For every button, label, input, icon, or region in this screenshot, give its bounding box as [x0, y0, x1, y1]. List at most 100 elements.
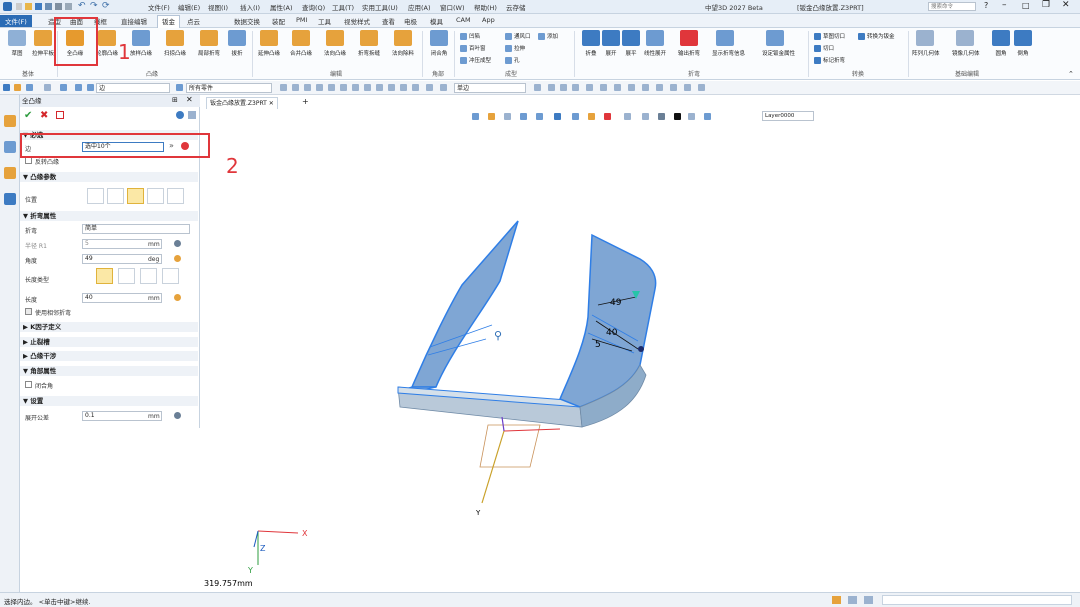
line-tool-g-icon[interactable] — [614, 84, 621, 91]
position-option-3[interactable] — [127, 188, 144, 204]
menu-window[interactable]: 窗口(W) — [440, 2, 465, 12]
options-icon[interactable] — [188, 111, 196, 119]
dimple-button[interactable]: 凹陷 — [460, 32, 480, 40]
normal-cut-button[interactable]: 法向除料 — [390, 30, 416, 66]
snap-icon[interactable] — [75, 84, 82, 91]
tool-n-icon[interactable] — [440, 84, 447, 91]
menu-cloud[interactable]: 云存储 — [506, 2, 526, 12]
info-icon[interactable] — [176, 111, 184, 119]
tab-cam[interactable]: CAM — [456, 16, 471, 24]
tool-d-icon[interactable] — [316, 84, 323, 91]
section-bend-props[interactable]: ▼ 折弯属性 — [20, 211, 198, 221]
saveall-icon[interactable] — [45, 3, 52, 10]
section-relief[interactable]: ▶ 止裂槽 — [20, 337, 198, 347]
line-tool-c-icon[interactable] — [560, 84, 567, 91]
cancel-icon[interactable]: ✖ — [40, 110, 48, 121]
tab-tools[interactable]: 工具 — [318, 16, 331, 26]
section-interference[interactable]: ▶ 凸缘干涉 — [20, 351, 198, 361]
redo-icon[interactable]: ↷ — [90, 1, 98, 11]
radius-option-icon[interactable] — [174, 240, 181, 247]
status-icon-1[interactable] — [832, 596, 841, 604]
color-swatch-icon[interactable] — [674, 113, 681, 120]
add-button[interactable]: 添加 — [538, 32, 558, 40]
tab-pmi[interactable]: PMI — [296, 16, 307, 24]
sweep-flange-button[interactable]: 扫掠凸缘 — [162, 30, 188, 66]
view-icon-8[interactable] — [588, 113, 595, 120]
length-option-icon[interactable] — [174, 294, 181, 301]
view-icon-2[interactable] — [488, 113, 495, 120]
view-icon-5[interactable] — [536, 113, 543, 120]
tool-c-icon[interactable] — [304, 84, 311, 91]
linear-unfold-button[interactable]: 线性展开 — [642, 30, 668, 66]
status-icon-3[interactable] — [864, 596, 873, 604]
filter-combo[interactable]: 边 — [96, 83, 170, 93]
regen-icon[interactable]: ⟳ — [102, 1, 110, 11]
tab-pointcloud[interactable]: 点云 — [187, 16, 200, 26]
vent-button[interactable]: 通风口 — [505, 32, 531, 40]
tab-file[interactable]: 文件(F) — [0, 15, 32, 27]
chamfer-button[interactable]: 倒角 — [1010, 30, 1036, 66]
mirror-button[interactable]: 镜像几何体 — [952, 30, 980, 66]
status-icon-2[interactable] — [848, 596, 857, 604]
section-k-factor[interactable]: ▶ K因子定义 — [20, 322, 198, 332]
view-icon-6[interactable] — [554, 113, 561, 120]
save-icon[interactable] — [35, 3, 42, 10]
line-tool-i-icon[interactable] — [642, 84, 649, 91]
output-bend-button[interactable]: 输出折弯 — [676, 30, 702, 66]
help-icon[interactable]: ? — [984, 1, 988, 10]
sketch-rip-button[interactable]: 草图切口 — [814, 32, 845, 40]
line-tool-k-icon[interactable] — [670, 84, 677, 91]
tool-l-icon[interactable] — [412, 84, 419, 91]
menu-help[interactable]: 帮助(H) — [474, 2, 497, 12]
menu-view[interactable]: 视图(I) — [208, 2, 228, 12]
jog-button[interactable]: 拔折 — [224, 30, 250, 66]
tool-g-icon[interactable] — [352, 84, 359, 91]
mode-icon[interactable] — [60, 84, 67, 91]
view-manager-icon[interactable] — [4, 167, 16, 179]
extrude-button[interactable]: 拉伸 — [505, 44, 525, 52]
view-icon-10[interactable] — [624, 113, 631, 120]
length-type-option-3[interactable] — [140, 268, 157, 284]
tool-a-icon[interactable] — [280, 84, 287, 91]
tab-electrode[interactable]: 电极 — [404, 16, 417, 26]
tool-i-icon[interactable] — [376, 84, 383, 91]
line-tool-h-icon[interactable] — [628, 84, 635, 91]
view-icon-3[interactable] — [504, 113, 511, 120]
view-icon-7[interactable] — [572, 113, 579, 120]
menu-utilities[interactable]: 实用工具(U) — [362, 2, 398, 12]
tab-direct-edit[interactable]: 直接编辑 — [121, 16, 147, 26]
view-icon-11[interactable] — [642, 113, 649, 120]
length-type-option-1[interactable] — [96, 268, 113, 284]
menu-tools[interactable]: 工具(T) — [332, 2, 354, 12]
tool-f-icon[interactable] — [340, 84, 347, 91]
parts-combo[interactable]: 所有零件 — [186, 83, 272, 93]
menu-attribute[interactable]: 属性(A) — [270, 2, 293, 12]
line-tool-a-icon[interactable] — [534, 84, 541, 91]
position-option-2[interactable] — [107, 188, 124, 204]
view-icon-9[interactable] — [604, 113, 611, 120]
extrude-plate-button[interactable]: 拉伸平板 — [30, 30, 56, 66]
rip-button[interactable]: 切口 — [814, 44, 834, 52]
tab-sheetmetal[interactable]: 钣金 — [157, 15, 180, 28]
layer-manager-icon[interactable] — [4, 193, 16, 205]
box-select-icon[interactable] — [26, 84, 33, 91]
merge-flange-button[interactable]: 合并凸缘 — [288, 30, 314, 66]
apply-icon[interactable] — [56, 111, 64, 119]
view-icon-14[interactable] — [704, 113, 711, 120]
tool-k-icon[interactable] — [400, 84, 407, 91]
pin-icon[interactable]: ⊞ — [172, 96, 178, 104]
undo-icon[interactable]: ↶ — [78, 1, 86, 11]
stamp-button[interactable]: 冲压成型 — [460, 56, 491, 64]
loft-flange-button[interactable]: 放样凸缘 — [128, 30, 154, 66]
reverse-flange-checkbox[interactable] — [25, 157, 32, 164]
line-tool-b-icon[interactable] — [548, 84, 555, 91]
minimize-icon[interactable]: – — [1002, 0, 1007, 10]
panel-close-icon[interactable]: ✕ — [186, 95, 193, 104]
menu-edit[interactable]: 编辑(E) — [178, 2, 200, 12]
line-tool-m-icon[interactable] — [698, 84, 705, 91]
layer-combo[interactable]: Layer0000 — [762, 111, 814, 121]
menu-apps[interactable]: 应用(A) — [408, 2, 431, 12]
search-input[interactable] — [928, 2, 976, 11]
mark-bend-button[interactable]: 标记折弯 — [814, 56, 845, 64]
view-icon-12[interactable] — [658, 113, 665, 120]
